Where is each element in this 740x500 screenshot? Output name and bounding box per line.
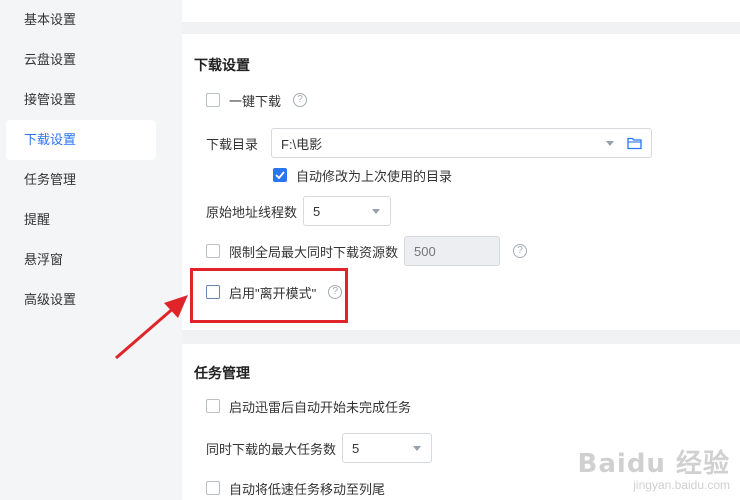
- limit-resources-label: 限制全局最大同时下载资源数: [229, 244, 399, 260]
- baidu-watermark: Baidu 经验 jingyan.baidu.com: [578, 450, 730, 492]
- task-management-title: 任务管理: [194, 365, 250, 381]
- move-slow-row: 自动将低速任务移动至列尾: [206, 475, 385, 500]
- one-click-download-label: 一键下载: [229, 93, 282, 109]
- auto-start-label: 启动迅雷后自动开始未完成任务: [229, 399, 412, 415]
- auto-modify-dir-checkbox[interactable]: [273, 168, 287, 182]
- auto-modify-dir-row: 自动修改为上次使用的目录: [273, 162, 452, 188]
- move-slow-checkbox[interactable]: [206, 481, 220, 495]
- max-tasks-select[interactable]: 5: [342, 433, 433, 463]
- sidebar-item-download[interactable]: 下载设置: [6, 120, 156, 160]
- chevron-down-icon[interactable]: [413, 446, 422, 451]
- max-tasks-value: 5: [352, 440, 360, 456]
- origin-threads-row: 原始地址线程数 5: [206, 196, 392, 226]
- auto-start-row: 启动迅雷后自动开始未完成任务: [206, 393, 411, 419]
- chevron-down-icon[interactable]: [372, 209, 381, 214]
- limit-resources-input[interactable]: 500: [404, 236, 501, 266]
- sidebar-item-floating-window[interactable]: 悬浮窗: [6, 240, 156, 280]
- watermark-logo: Baidu 经验: [577, 449, 730, 480]
- download-dir-select[interactable]: F:\电影: [271, 128, 652, 158]
- limit-resources-value: 500: [414, 243, 436, 259]
- max-tasks-row: 同时下载的最大任务数 5: [206, 433, 433, 463]
- settings-sidebar: 基本设置 云盘设置 接管设置 下载设置 任务管理 提醒 悬浮窗 高级设置: [0, 0, 182, 500]
- one-click-download-row: 一键下载 ?: [206, 87, 308, 113]
- watermark-url: jingyan.baidu.com: [633, 477, 730, 492]
- sidebar-item-tasks[interactable]: 任务管理: [6, 160, 156, 200]
- download-dir-value: F:\电影: [281, 136, 323, 152]
- folder-icon[interactable]: [627, 136, 642, 150]
- question-icon[interactable]: ?: [293, 93, 308, 107]
- origin-threads-label: 原始地址线程数: [206, 204, 298, 220]
- annotation-highlight-box: [190, 268, 348, 323]
- move-slow-label: 自动将低速任务移动至列尾: [229, 481, 386, 497]
- download-dir-label: 下载目录: [206, 136, 259, 152]
- previous-section-card: [182, 0, 740, 22]
- sidebar-item-basic[interactable]: 基本设置: [6, 0, 156, 40]
- sidebar-item-takeover[interactable]: 接管设置: [6, 80, 156, 120]
- origin-threads-select[interactable]: 5: [303, 196, 392, 226]
- sidebar-item-advanced[interactable]: 高级设置: [6, 280, 156, 320]
- limit-resources-checkbox[interactable]: [206, 244, 220, 258]
- download-dir-row: 下载目录 F:\电影: [206, 128, 652, 158]
- sidebar-item-cloud[interactable]: 云盘设置: [6, 40, 156, 80]
- one-click-download-checkbox[interactable]: [206, 93, 220, 107]
- auto-start-checkbox[interactable]: [206, 399, 220, 413]
- auto-modify-dir-label: 自动修改为上次使用的目录: [296, 168, 453, 184]
- chevron-down-icon[interactable]: [606, 141, 614, 146]
- question-icon[interactable]: ?: [513, 244, 528, 258]
- max-tasks-label: 同时下载的最大任务数: [206, 441, 337, 457]
- download-settings-title: 下载设置: [194, 57, 250, 73]
- limit-resources-row: 限制全局最大同时下载资源数 500 ?: [206, 236, 528, 266]
- origin-threads-value: 5: [313, 203, 321, 219]
- sidebar-item-reminder[interactable]: 提醒: [6, 200, 156, 240]
